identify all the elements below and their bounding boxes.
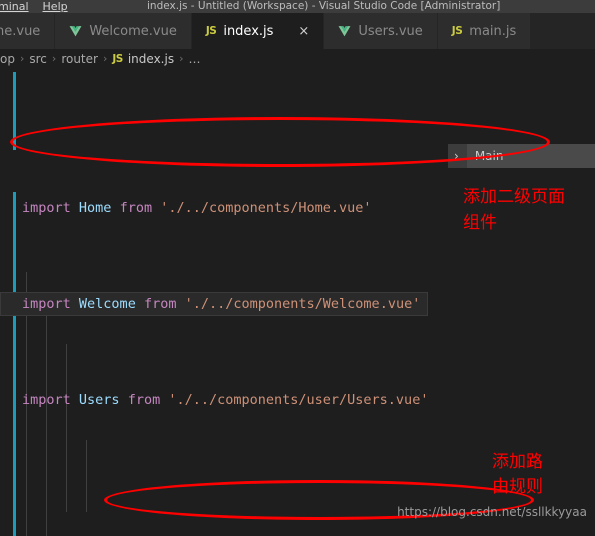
tab-home-vue[interactable]: ne.vue	[0, 13, 56, 49]
js-icon: JS	[451, 25, 463, 37]
window-title: index.js - Untitled (Workspace) - Visual…	[147, 0, 501, 12]
annotation-text-add-route-rule: 添加路 由规则	[492, 452, 543, 497]
editor-tab-bar: ne.vue Welcome.vue JS index.js × Users.v…	[0, 13, 595, 49]
tab-main-js[interactable]: JS main.js	[437, 13, 532, 49]
watermark: https://blog.csdn.net/ssllkkyyaa	[397, 505, 587, 519]
tab-label: ne.vue	[0, 23, 41, 39]
chevron-right-icon: ›	[179, 52, 184, 65]
chevron-right-icon: ›	[102, 52, 108, 65]
breadcrumb: op › src › router › JS index.js › …	[0, 49, 595, 68]
breadcrumb-item-index-js[interactable]: index.js	[128, 52, 174, 66]
breadcrumb-item-router[interactable]: router	[61, 52, 98, 66]
vue-icon	[338, 25, 351, 37]
tab-label: Welcome.vue	[89, 23, 177, 39]
chevron-right-icon: ›	[51, 52, 57, 65]
title-bar: in Terminal Help index.js - Untitled (Wo…	[0, 0, 595, 13]
annotation-ellipse-imports	[10, 117, 550, 167]
chevron-right-icon: ›	[19, 52, 25, 65]
tab-users-vue[interactable]: Users.vue	[324, 13, 438, 49]
js-icon: JS	[205, 25, 217, 37]
tab-label: index.js	[223, 23, 274, 39]
annotation-text-add-subpage-component: 添加二级页面 组件	[463, 187, 565, 233]
code-line-import-welcome: import Welcome from './../components/Wel…	[0, 292, 429, 316]
menu-item-terminal[interactable]: Terminal	[0, 0, 29, 13]
vue-icon	[69, 25, 82, 37]
tab-index-js[interactable]: JS index.js ×	[191, 13, 325, 49]
close-icon[interactable]: ×	[298, 25, 309, 38]
breadcrumb-item-src[interactable]: src	[29, 52, 47, 66]
tab-label: main.js	[469, 23, 517, 39]
tab-welcome-vue[interactable]: Welcome.vue	[55, 13, 192, 49]
code-line-import-home: import Home from './../components/Home.v…	[22, 200, 372, 216]
menu-item-help[interactable]: Help	[43, 0, 68, 13]
breadcrumb-item-more[interactable]: …	[188, 52, 200, 66]
menu-bar[interactable]: in Terminal Help	[0, 0, 68, 13]
code-line-import-users: import Users from './../components/user/…	[22, 392, 429, 408]
tab-label: Users.vue	[358, 23, 423, 39]
breadcrumb-item-op[interactable]: op	[0, 52, 15, 66]
js-icon: JS	[112, 52, 123, 65]
